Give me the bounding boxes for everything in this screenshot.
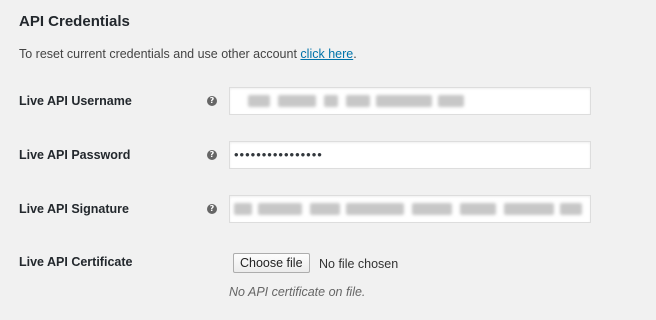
section-title: API Credentials xyxy=(19,13,130,30)
username-label: Live API Username xyxy=(19,94,132,108)
password-row: Live API Password ? •••••••••••••••• xyxy=(0,141,656,169)
reset-credentials-link[interactable]: click here xyxy=(300,47,353,61)
file-status-text: No file chosen xyxy=(319,257,399,271)
certificate-label: Live API Certificate xyxy=(19,255,133,269)
username-input[interactable] xyxy=(229,87,591,115)
username-row: Live API Username ? xyxy=(0,87,656,115)
password-input[interactable]: •••••••••••••••• xyxy=(229,141,591,169)
signature-label: Live API Signature xyxy=(19,202,129,216)
password-help-icon[interactable]: ? xyxy=(207,150,217,160)
reset-credentials-text: To reset current credentials and use oth… xyxy=(19,45,357,63)
signature-row: Live API Signature ? xyxy=(0,195,656,223)
signature-input[interactable] xyxy=(229,195,591,223)
password-label: Live API Password xyxy=(19,148,131,162)
reset-credentials-intro: To reset current credentials and use oth… xyxy=(19,47,301,61)
reset-credentials-tail: . xyxy=(353,47,357,61)
certificate-note: No API certificate on file. xyxy=(229,285,366,299)
choose-file-button[interactable]: Choose file xyxy=(233,253,310,273)
signature-help-icon[interactable]: ? xyxy=(207,204,217,214)
username-help-icon[interactable]: ? xyxy=(207,96,217,106)
